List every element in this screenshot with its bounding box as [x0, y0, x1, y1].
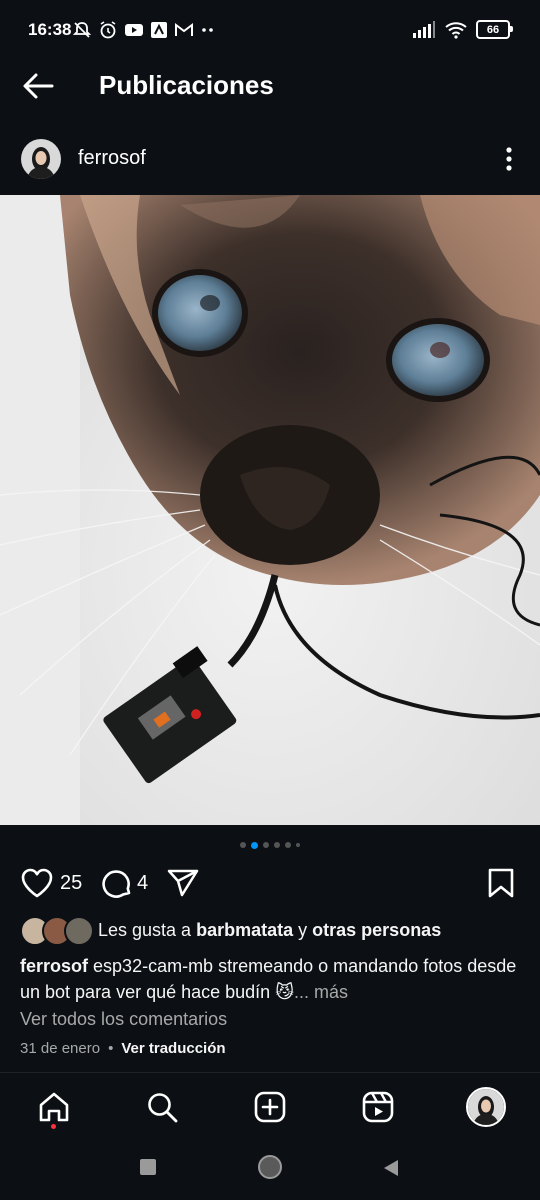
save-button[interactable] [487, 866, 515, 900]
more-options-button[interactable] [495, 144, 523, 174]
meta-separator: • [108, 1040, 114, 1057]
carousel-dot [240, 842, 246, 848]
post-date: 31 de enero [20, 1040, 101, 1057]
more-dots-icon [202, 28, 213, 32]
cat-photo-image [0, 195, 540, 825]
caption-text: esp32-cam-mb stremeando o mandando fotos… [20, 956, 517, 1002]
status-bar: 16:38 66 [0, 0, 540, 60]
home-notification-dot [51, 1124, 56, 1129]
like-action[interactable]: 25 [20, 866, 82, 900]
wifi-icon [445, 21, 467, 39]
see-translation-link[interactable]: Ver traducción [121, 1040, 225, 1057]
search-icon [148, 1093, 178, 1123]
create-icon [254, 1091, 286, 1123]
nav-reels-button[interactable] [358, 1087, 398, 1127]
system-back-button[interactable] [382, 1158, 400, 1183]
comments-count[interactable]: 4 [137, 872, 148, 895]
arrow-left-icon [23, 73, 54, 99]
status-left-icons [72, 18, 216, 42]
comment-icon[interactable] [101, 867, 133, 899]
post-caption: ferrosof esp32-cam-mb stremeando o manda… [20, 953, 520, 1005]
youtube-icon [125, 24, 143, 36]
liker-avatar [64, 916, 94, 946]
system-home-button[interactable] [258, 1155, 282, 1179]
heart-icon[interactable] [20, 867, 54, 899]
page-title: Publicaciones [99, 70, 274, 100]
post-author-avatar[interactable] [21, 139, 61, 179]
nav-create-button[interactable] [250, 1087, 290, 1127]
carousel-dot [296, 843, 300, 847]
post-meta: 31 de enero • Ver traducción [20, 1040, 226, 1057]
bookmark-icon [488, 868, 514, 898]
nav-profile-avatar[interactable] [466, 1087, 506, 1127]
carousel-dot [263, 842, 269, 848]
carousel-indicator [0, 840, 540, 850]
more-vertical-icon [506, 147, 512, 171]
caption-more-link[interactable]: ... más [294, 982, 348, 1002]
notification-icon [151, 22, 167, 38]
status-right-icons: 66 [412, 20, 513, 39]
post-author-username[interactable]: ferrosof [78, 147, 146, 170]
bottom-nav-divider [0, 1072, 540, 1073]
liked-by-text[interactable]: Les gusta a barbmatata y otras personas [98, 920, 441, 941]
triangle-back-icon [384, 1160, 398, 1176]
post-photo[interactable] [0, 195, 540, 825]
home-icon [39, 1092, 69, 1122]
gmail-icon [175, 23, 193, 36]
carousel-dot-active [251, 841, 258, 849]
view-all-comments-link[interactable]: Ver todos los comentarios [20, 1009, 227, 1030]
mute-icon [72, 22, 92, 38]
status-time: 16:38 [28, 20, 72, 39]
nav-search-button[interactable] [142, 1087, 182, 1127]
reels-icon [362, 1091, 394, 1123]
alarm-icon [100, 21, 116, 39]
signal-icon [413, 20, 435, 38]
recent-apps-button[interactable] [140, 1159, 156, 1175]
battery-icon: 66 [476, 20, 513, 39]
liked-by-avatars [20, 916, 94, 946]
carousel-dot [274, 842, 280, 848]
back-button[interactable] [18, 66, 58, 106]
comment-action[interactable]: 4 [101, 866, 148, 900]
liked-by-row[interactable]: Les gusta a barbmatata y otras personas [20, 916, 441, 946]
likes-count[interactable]: 25 [60, 872, 82, 895]
carousel-dot [285, 842, 291, 848]
send-icon [167, 869, 199, 897]
share-button[interactable] [167, 866, 199, 900]
caption-username[interactable]: ferrosof [20, 956, 88, 976]
nav-home-button[interactable] [34, 1087, 74, 1127]
